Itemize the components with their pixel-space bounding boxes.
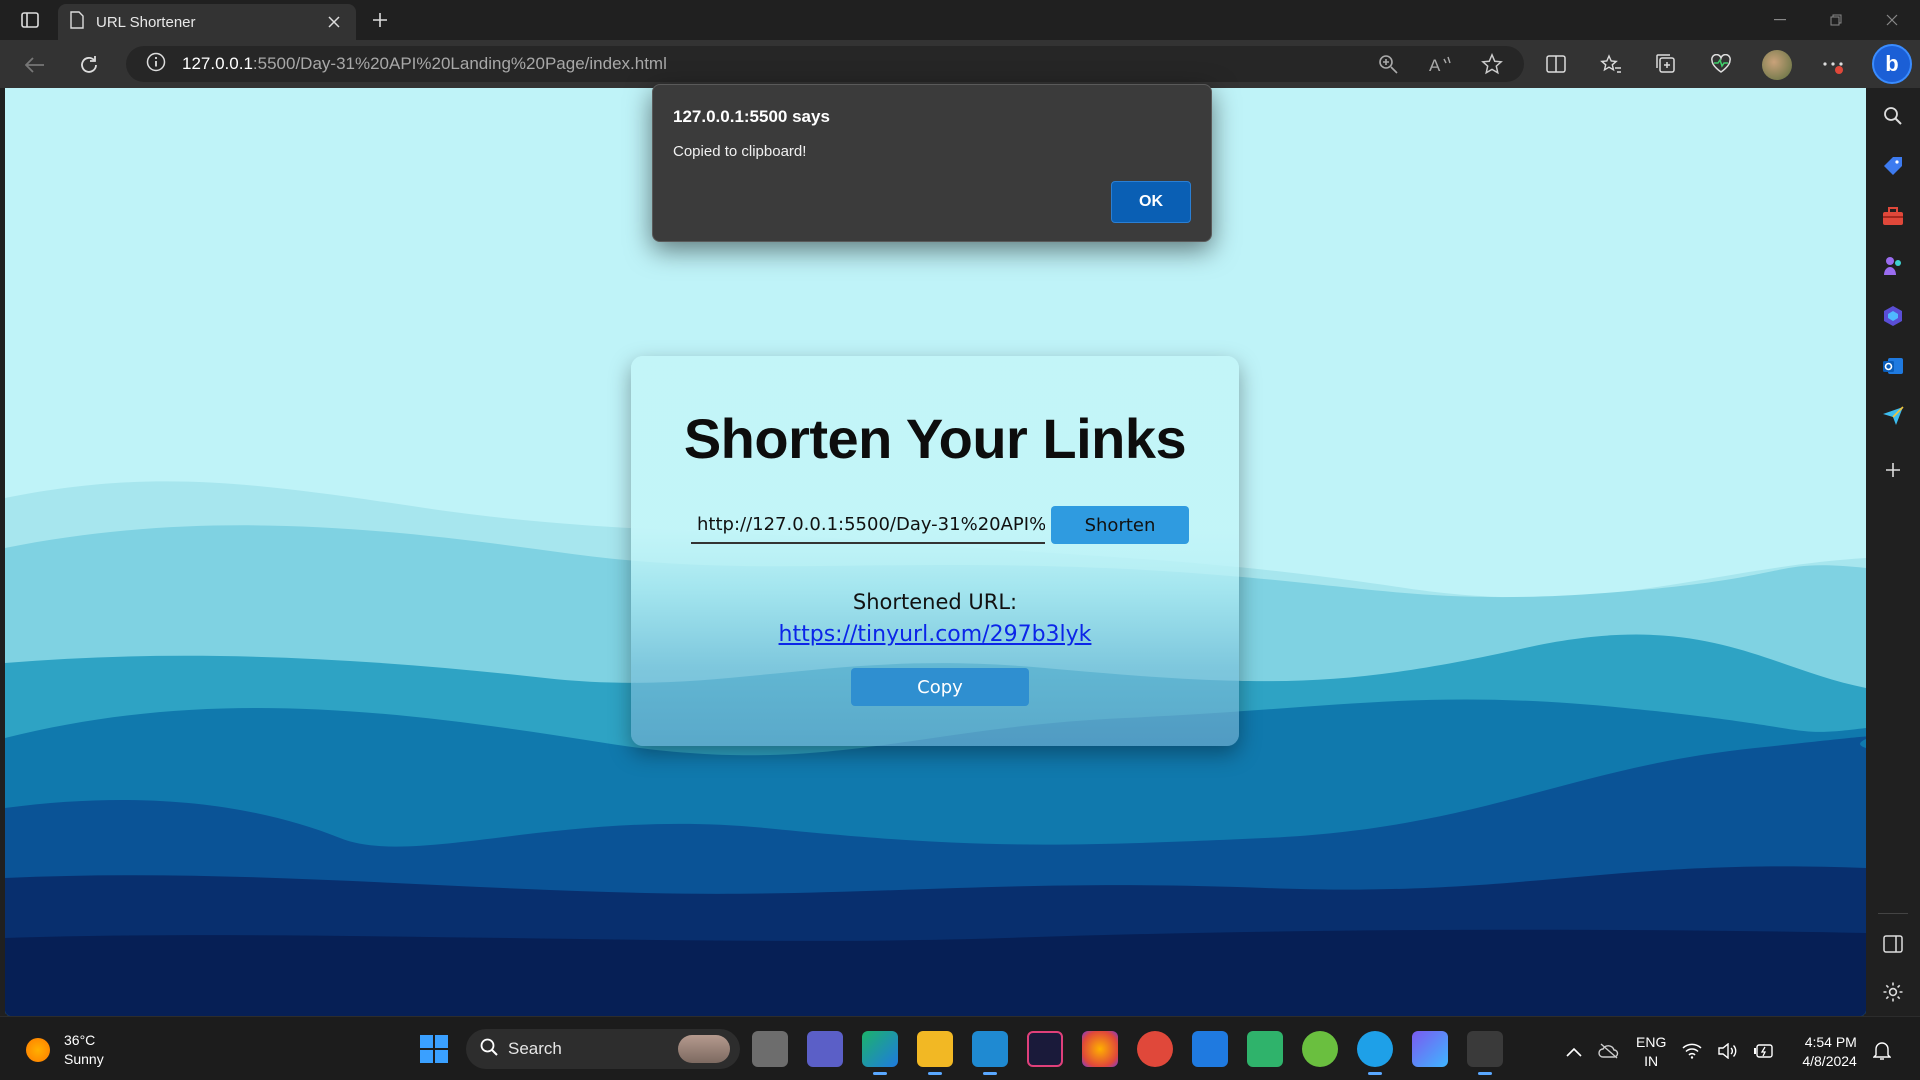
system-tray: ENG IN 4:54 PM 4/8/2024 xyxy=(1566,1033,1892,1071)
sidebar-search-icon[interactable] xyxy=(1879,102,1907,130)
spring-tools-icon[interactable] xyxy=(1302,1031,1338,1067)
close-tab-icon[interactable] xyxy=(324,12,344,32)
weather-desc: Sunny xyxy=(64,1051,104,1067)
vscode-icon[interactable] xyxy=(972,1031,1008,1075)
add-sidebar-app-icon[interactable] xyxy=(1879,456,1907,484)
outlook-icon[interactable] xyxy=(1879,352,1907,380)
favorite-star-icon[interactable] xyxy=(1478,50,1506,78)
file-explorer-icon[interactable] xyxy=(917,1031,953,1075)
taskbar-search[interactable]: Search xyxy=(466,1029,740,1069)
page-heading: Shorten Your Links xyxy=(683,407,1187,470)
volume-icon[interactable] xyxy=(1718,1042,1738,1062)
sidebar-divider xyxy=(1878,913,1908,914)
language-secondary: IN xyxy=(1644,1053,1659,1069)
snipping-tool-icon[interactable] xyxy=(1247,1031,1283,1067)
search-icon xyxy=(480,1038,498,1061)
more-options-icon[interactable] xyxy=(1819,50,1847,78)
read-aloud-icon[interactable]: A xyxy=(1426,50,1454,78)
browser-toolbar: 127.0.0.1:5500/Day-31%20API%20Landing%20… xyxy=(0,40,1920,88)
tab-actions-icon[interactable] xyxy=(12,6,48,34)
minimize-icon[interactable] xyxy=(1752,0,1808,40)
battery-icon[interactable] xyxy=(1754,1043,1774,1061)
teams-chat-icon[interactable] xyxy=(807,1031,843,1067)
clipchamp-icon[interactable] xyxy=(1412,1031,1448,1067)
site-info-icon[interactable] xyxy=(146,52,166,77)
title-bar: URL Shortener xyxy=(0,0,1920,40)
weather-temp: 36°C xyxy=(64,1032,96,1048)
url-input[interactable] xyxy=(691,506,1045,544)
language-primary: ENG xyxy=(1636,1034,1667,1050)
copilot-app-icon[interactable] xyxy=(1879,302,1907,330)
clock-date: 4/8/2024 xyxy=(1802,1053,1857,1069)
shortened-url-label: Shortened URL: xyxy=(852,590,1018,614)
page-icon xyxy=(70,11,84,33)
svg-text:A: A xyxy=(1429,56,1441,73)
firefox-icon[interactable] xyxy=(1082,1031,1118,1067)
taskbar: 36°C Sunny Search ENG IN 4:54 PM 4/8/202… xyxy=(0,1016,1920,1080)
store-icon[interactable] xyxy=(1192,1031,1228,1067)
split-screen-icon[interactable] xyxy=(1542,50,1570,78)
search-highlight-image xyxy=(678,1035,730,1063)
task-view-icon[interactable] xyxy=(752,1031,788,1067)
address-bar[interactable]: 127.0.0.1:5500/Day-31%20API%20Landing%20… xyxy=(126,46,1524,82)
back-icon[interactable] xyxy=(20,50,50,80)
profile-avatar[interactable] xyxy=(1762,50,1792,80)
dialog-title: 127.0.0.1:5500 says xyxy=(673,107,830,126)
zoom-icon[interactable] xyxy=(1374,50,1402,78)
alert-dialog: 127.0.0.1:5500 says Copied to clipboard!… xyxy=(652,84,1212,242)
shortened-url-link[interactable]: https://tinyurl.com/297b3lyk xyxy=(631,622,1239,647)
url-path: :5500/Day-31%20API%20Landing%20Page/inde… xyxy=(252,54,667,73)
clock[interactable]: 4:54 PM 4/8/2024 xyxy=(1802,1033,1857,1071)
wifi-icon[interactable] xyxy=(1682,1043,1702,1062)
sun-icon xyxy=(26,1038,50,1062)
dialog-message: Copied to clipboard! xyxy=(673,143,807,160)
edge-sidebar xyxy=(1866,88,1920,1016)
copilot-icon[interactable]: b xyxy=(1872,44,1912,84)
intellij-icon[interactable] xyxy=(1027,1031,1063,1067)
restore-icon[interactable] xyxy=(1808,0,1864,40)
browser-essentials-icon[interactable] xyxy=(1707,50,1735,78)
send-drop-icon[interactable] xyxy=(1879,402,1907,430)
shortener-card: Shorten Your Links Shorten Shortened URL… xyxy=(631,356,1239,746)
clock-time: 4:54 PM xyxy=(1804,1034,1857,1050)
chevron-up-icon[interactable] xyxy=(1566,1044,1582,1060)
shopping-tag-icon[interactable] xyxy=(1879,152,1907,180)
onedrive-offline-icon[interactable] xyxy=(1598,1042,1620,1062)
close-window-icon[interactable] xyxy=(1864,0,1920,40)
new-tab-icon[interactable] xyxy=(366,6,394,34)
dialog-ok-button[interactable]: OK xyxy=(1111,181,1191,223)
collections-icon[interactable] xyxy=(1652,50,1680,78)
url-host: 127.0.0.1 xyxy=(182,54,253,73)
wps-office-icon[interactable] xyxy=(1137,1031,1173,1067)
weather-widget[interactable]: 36°C Sunny xyxy=(26,1031,104,1069)
games-icon[interactable] xyxy=(1879,252,1907,280)
shorten-button[interactable]: Shorten xyxy=(1051,506,1189,544)
refresh-icon[interactable] xyxy=(74,50,104,80)
skype-icon[interactable] xyxy=(1357,1031,1393,1075)
search-label: Search xyxy=(508,1039,562,1058)
language-indicator[interactable]: ENG IN xyxy=(1636,1033,1666,1071)
copy-button[interactable]: Copy xyxy=(851,668,1029,706)
snip-sketch-icon[interactable] xyxy=(1467,1031,1503,1075)
tab-url-shortener[interactable]: URL Shortener xyxy=(58,4,356,40)
tools-toolbox-icon[interactable] xyxy=(1879,202,1907,230)
sidebar-settings-icon[interactable] xyxy=(1879,978,1907,1006)
windows-start-icon[interactable] xyxy=(420,1035,448,1063)
tab-title: URL Shortener xyxy=(96,13,196,31)
notifications-icon[interactable] xyxy=(1872,1041,1892,1064)
edge-browser-icon[interactable] xyxy=(862,1031,898,1075)
favorites-icon[interactable] xyxy=(1597,50,1625,78)
hide-sidebar-icon[interactable] xyxy=(1879,930,1907,958)
